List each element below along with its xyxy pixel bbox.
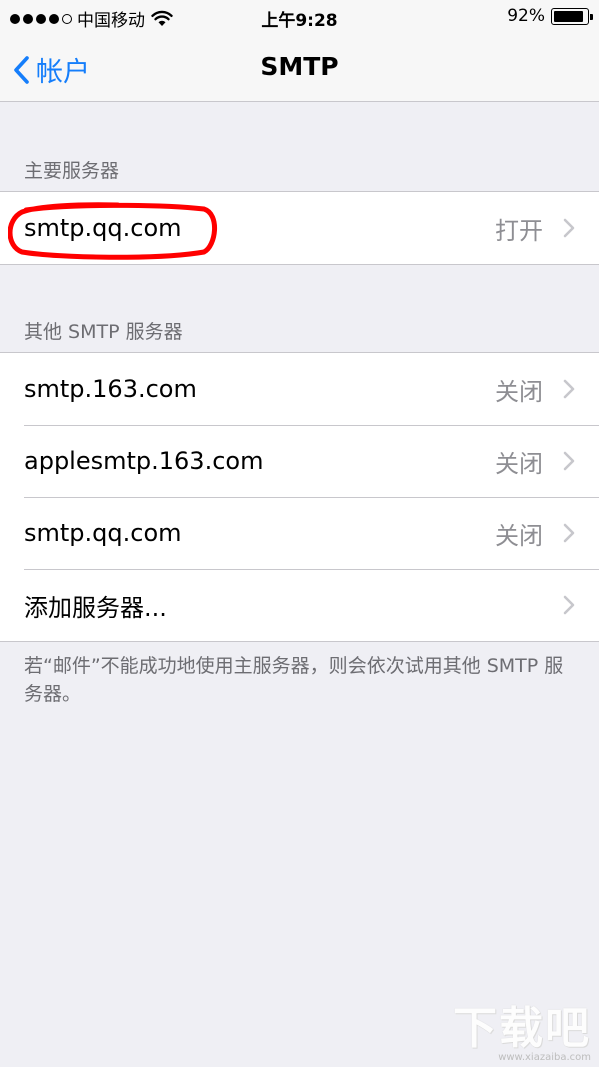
navigation-bar: 帐户 SMTP [0,32,599,102]
chevron-right-icon [563,523,575,543]
chevron-right-icon [563,451,575,471]
server-row-qq[interactable]: smtp.qq.com 关闭 [0,497,599,569]
server-status: 打开 [495,216,543,245]
primary-server-group: smtp.qq.com 打开 [0,191,599,265]
battery-fill [554,10,583,22]
battery-icon [551,7,593,25]
add-server-label: 添加服务器... [24,593,167,622]
server-name: smtp.qq.com [24,214,182,242]
server-status: 关闭 [495,521,543,550]
other-servers-group: smtp.163.com 关闭 applesmtp.163.com 关闭 smt… [0,352,599,642]
chevron-right-icon [563,595,575,615]
watermark-brand: 下载吧 [453,1003,591,1054]
primary-section-header: 主要服务器 [24,160,120,182]
page-title: SMTP [260,52,339,81]
server-status: 关闭 [495,449,543,478]
status-bar: 中国移动 上午9:28 92% [0,0,599,32]
server-name: applesmtp.163.com [24,447,264,475]
server-status: 关闭 [495,377,543,406]
battery-percent: 92% [507,6,545,26]
status-right: 92% [507,6,593,26]
server-row-applesmtp-163[interactable]: applesmtp.163.com 关闭 [0,425,599,497]
chevron-right-icon [563,218,575,238]
chevron-right-icon [563,379,575,399]
battery-tip [590,13,593,20]
footer-note: 若“邮件”不能成功地使用主服务器，则会依次试用其他 SMTP 服务器。 [24,655,564,705]
server-name: smtp.163.com [24,375,197,403]
settings-screen: 中国移动 上午9:28 92% 帐户 SMTP 主要服务器 smtp.qq.co… [0,0,599,1067]
server-row-163[interactable]: smtp.163.com 关闭 [0,353,599,425]
watermark: 下载吧 www.xiazaiba.com [453,992,591,1063]
server-name: smtp.qq.com [24,519,182,547]
add-server-row[interactable]: 添加服务器... [0,569,599,641]
primary-server-row[interactable]: smtp.qq.com 打开 [0,192,599,264]
other-section-header: 其他 SMTP 服务器 [24,321,183,343]
